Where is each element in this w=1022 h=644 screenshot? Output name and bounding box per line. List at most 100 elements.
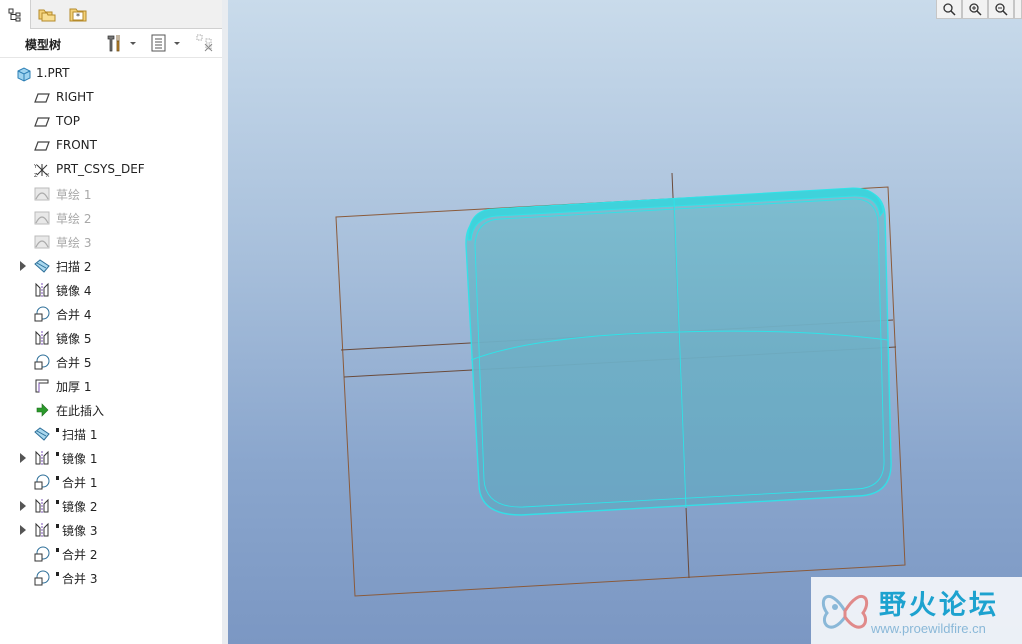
sweep-icon [34,259,50,273]
tree-item-label: 草绘 3 [56,236,92,250]
svg-text:*: * [76,12,80,21]
tree-item-insert-here[interactable]: 在此插入 [0,398,218,422]
merge-icon [34,546,50,562]
tree-item-label: 扫描 2 [56,260,92,274]
tree-item-sweep-2[interactable]: 扫描 2 [0,254,218,278]
tab-model-tree[interactable] [0,0,31,29]
graphics-viewport[interactable]: 野火论坛 www.proewildfire.cn [228,0,1022,644]
tree-item-label: 草绘 1 [56,188,92,202]
tree-item-label: 扫描 1 [62,428,98,442]
expand-arrow-icon[interactable] [20,525,26,535]
tree-item-sketch-2[interactable]: 草绘 2 [0,206,218,230]
model-tree-panel: * 模型树 1.PRT RIGHT TOP FRONT Y X Z PRT_CS… [0,0,223,644]
more-tools-button[interactable] [1014,0,1022,19]
model-tree-icon [8,8,21,21]
zoom-in-button[interactable] [962,0,988,19]
merge-icon [34,354,50,370]
tree-item-mirror-2[interactable]: 镜像 2 [0,494,218,518]
tree-item-label: 草绘 2 [56,212,92,226]
tree-item-label: 合并 4 [56,308,92,322]
mirror-icon [35,330,49,345]
zoom-out-icon [995,3,1008,16]
zoom-in-icon [969,3,982,16]
expand-arrow-icon[interactable] [20,453,26,463]
suppressed-marker-icon [56,476,59,480]
datum-plane-icon [34,117,50,127]
tree-item-label: 镜像 4 [56,284,92,298]
butterfly-logo-icon [821,595,869,629]
tree-item-label: RIGHT [56,90,94,104]
mirror-icon [35,498,49,513]
favorites-folder-icon: * [69,8,87,22]
insert-here-arrow-icon [36,403,49,417]
tree-item-sketch-3[interactable]: 草绘 3 [0,230,218,254]
tree-item-label: PRT_CSYS_DEF [56,162,145,176]
expand-arrow-icon[interactable] [20,501,26,511]
tree-filter-icon [196,34,213,52]
suppressed-marker-icon [56,572,59,576]
model-body [465,189,892,516]
tree-item-label: 镜像 5 [56,332,92,346]
show-dropdown-button[interactable] [150,32,182,54]
sketch-icon [34,235,50,249]
tree-item-label: 合并 3 [62,572,98,586]
svg-text:X: X [46,173,50,178]
tree-item-mirror-4[interactable]: 镜像 4 [0,278,218,302]
watermark-url: www.proewildfire.cn [871,621,986,636]
svg-text:Z: Z [34,173,38,178]
tree-item-label: 镜像 3 [62,524,98,538]
tree-item-merge-1[interactable]: 合并 1 [0,470,218,494]
suppressed-marker-icon [56,500,59,504]
tree-item-thicken-1[interactable]: 加厚 1 [0,374,218,398]
folder-icon [38,9,56,22]
tree-item-top[interactable]: TOP [0,110,218,134]
list-icon [151,34,166,52]
sketch-icon [34,211,50,225]
mirror-icon [35,522,49,537]
tree-item-label: 合并 5 [56,356,92,370]
suppressed-marker-icon [56,524,59,528]
tree-item-label: 1.PRT [36,66,70,80]
tree-item-front[interactable]: FRONT [0,134,218,158]
tree-item-mirror-3[interactable]: 镜像 3 [0,518,218,542]
tree-item-label: 合并 1 [62,476,98,490]
tree-item-mirror-1[interactable]: 镜像 1 [0,446,218,470]
tools-icon [107,35,120,52]
sketch-icon [34,187,50,201]
view-toolbar [936,0,1022,19]
model-tree-header: 模型树 [0,29,222,58]
tree-item-csys[interactable]: YXZ PRT_CSYS_DEF [0,158,218,182]
datum-plane-icon [34,141,50,151]
merge-icon [34,570,50,586]
tab-folder-browser[interactable] [32,0,62,28]
suppressed-marker-icon [56,452,59,456]
tree-item-label: 镜像 1 [62,452,98,466]
filter-button[interactable] [195,32,215,54]
zoom-fit-icon [943,3,956,16]
tree-item-merge-2[interactable]: 合并 2 [0,542,218,566]
tree-item-part[interactable]: 1.PRT [0,62,218,86]
tab-favorites[interactable]: * [63,0,93,28]
tree-item-right[interactable]: RIGHT [0,86,218,110]
tree-item-label: 合并 2 [62,548,98,562]
tree-item-label: FRONT [56,138,97,152]
zoom-out-button[interactable] [988,0,1014,19]
tree-item-sketch-1[interactable]: 草绘 1 [0,182,218,206]
panel-title: 模型树 [25,38,62,52]
settings-dropdown-button[interactable] [106,32,138,54]
tree-item-sweep-1[interactable]: 扫描 1 [0,422,218,446]
tree-item-label: 加厚 1 [56,380,92,394]
merge-icon [34,474,50,490]
chevron-down-icon [130,42,136,45]
tree-item-mirror-5[interactable]: 镜像 5 [0,326,218,350]
thicken-icon [35,379,49,393]
tree-item-merge-3[interactable]: 合并 3 [0,566,218,590]
refit-button[interactable] [936,0,962,19]
watermark: 野火论坛 www.proewildfire.cn [811,577,1022,644]
tree-item-merge-4[interactable]: 合并 4 [0,302,218,326]
expand-arrow-icon[interactable] [20,261,26,271]
model-view[interactable] [228,0,1022,644]
chevron-down-icon [174,42,180,45]
tree-item-merge-5[interactable]: 合并 5 [0,350,218,374]
panel-tabs: * [0,0,222,29]
